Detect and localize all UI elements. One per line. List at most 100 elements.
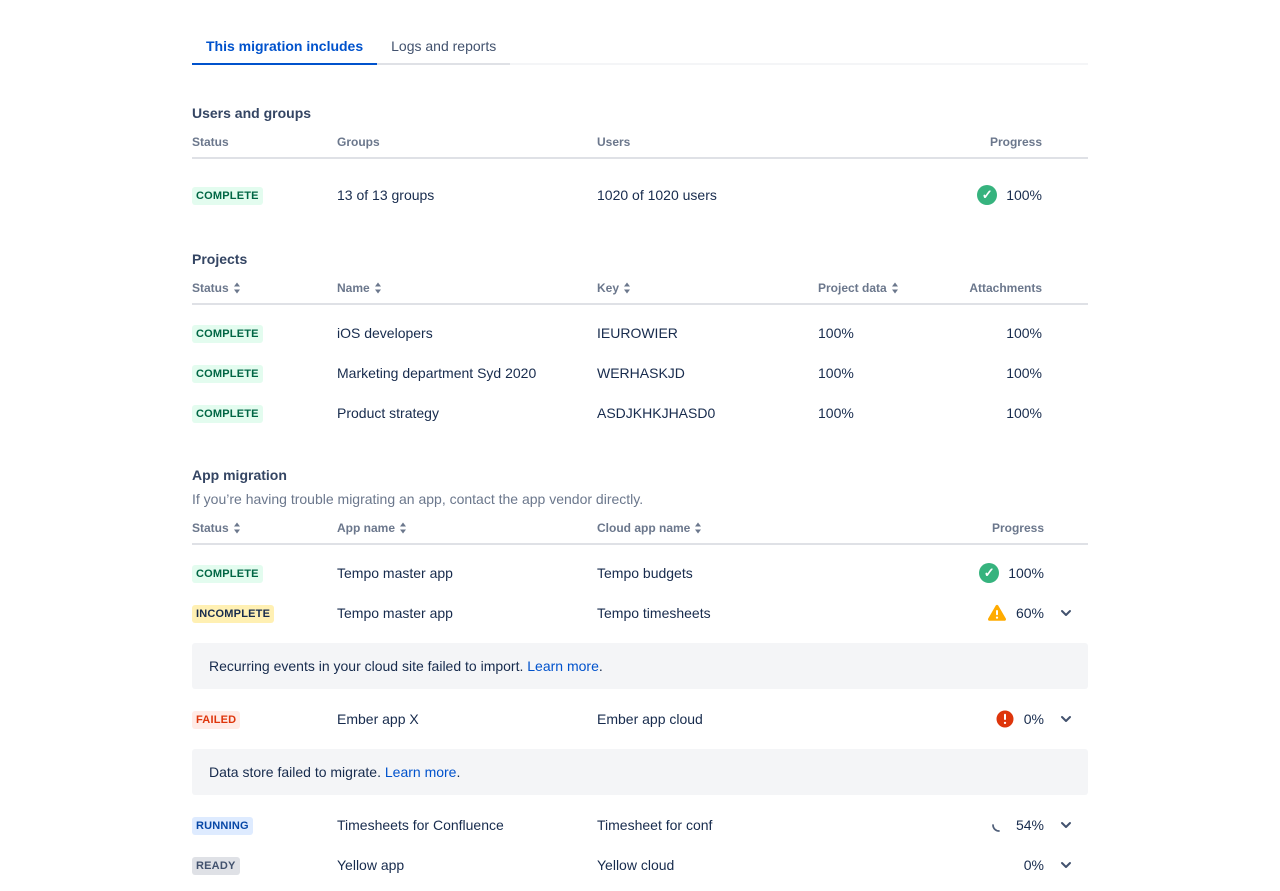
expand-row-button[interactable] (1054, 813, 1078, 837)
sort-icon (891, 282, 899, 294)
cell-groups: 13 of 13 groups (337, 187, 597, 203)
cell-name: Product strategy (337, 405, 597, 421)
column-header-label: Status (192, 135, 229, 149)
cell-project-data: 100% (818, 365, 966, 381)
tab-this-migration-includes[interactable]: This migration includes (192, 30, 377, 65)
status-badge: COMPLETE (192, 187, 263, 205)
warning-icon (987, 603, 1007, 623)
table-row: COMPLETE Marketing department Syd 2020 W… (192, 353, 1088, 393)
users-groups-title: Users and groups (192, 105, 1088, 121)
column-header-project-data[interactable]: Project data (818, 281, 966, 295)
chevron-down-icon (1058, 605, 1074, 621)
cell-cloud-app-name: Ember app cloud (597, 711, 894, 727)
progress-value: 0% (1024, 711, 1044, 727)
progress-value: 0% (1024, 857, 1044, 873)
column-header-users: Users (597, 135, 902, 149)
error-icon (995, 709, 1015, 729)
cell-status: FAILED (192, 710, 337, 729)
cell-progress: 0% (894, 857, 1044, 873)
message-suffix: . (599, 658, 603, 674)
cell-expand (1044, 853, 1088, 877)
cell-status: INCOMPLETE (192, 604, 337, 623)
cell-progress: 0% (894, 709, 1044, 729)
column-header-key[interactable]: Key (597, 281, 818, 295)
projects-section: Projects Status Name Key Project data At… (192, 251, 1088, 433)
cell-attachments: 100% (966, 365, 1088, 381)
message-suffix: . (456, 764, 460, 780)
status-badge: COMPLETE (192, 365, 263, 383)
status-badge: FAILED (192, 711, 240, 729)
cell-name: Marketing department Syd 2020 (337, 365, 597, 381)
column-header-name[interactable]: Name (337, 281, 597, 295)
message-text: Data store failed to migrate. (209, 764, 381, 780)
column-header-label: Name (337, 281, 370, 295)
cell-status: COMPLETE (192, 364, 337, 383)
cell-expand (1044, 813, 1088, 837)
table-row: INCOMPLETE Tempo master app Tempo timesh… (192, 593, 1088, 633)
expand-row-button[interactable] (1054, 707, 1078, 731)
projects-table-body: COMPLETE iOS developers IEUROWIER 100% 1… (192, 313, 1088, 433)
status-badge: READY (192, 857, 240, 875)
progress-value: 100% (1006, 187, 1042, 203)
progress-value: 60% (1016, 605, 1044, 621)
column-header-attachments: Attachments (966, 281, 1088, 295)
cell-status: RUNNING (192, 816, 337, 835)
column-header-label: Cloud app name (597, 521, 690, 535)
projects-table-header: Status Name Key Project data Attachments (192, 281, 1088, 305)
chevron-down-icon (1058, 817, 1074, 833)
expand-row-button[interactable] (1054, 601, 1078, 625)
column-header-status[interactable]: Status (192, 281, 337, 295)
users-groups-table-header: Status Groups Users Progress (192, 135, 1088, 159)
apps-table-header: Status App name Cloud app name Progress (192, 521, 1088, 545)
sort-icon (399, 522, 407, 534)
column-header-app-name[interactable]: App name (337, 521, 597, 535)
spinner-icon (991, 817, 1007, 833)
sort-icon (623, 282, 631, 294)
learn-more-link[interactable]: Learn more (385, 764, 457, 780)
learn-more-link[interactable]: Learn more (527, 658, 599, 674)
success-check-icon: ✓ (977, 185, 997, 205)
column-header-label: Groups (337, 135, 380, 149)
cell-key: WERHASKJD (597, 365, 818, 381)
expand-row-button[interactable] (1054, 853, 1078, 877)
cell-users: 1020 of 1020 users (597, 187, 902, 203)
projects-title: Projects (192, 251, 1088, 267)
cell-app-name: Timesheets for Confluence (337, 817, 597, 833)
table-row: COMPLETE Product strategy ASDJKHKJHASD0 … (192, 393, 1088, 433)
cell-status: COMPLETE (192, 186, 337, 205)
row-detail-message: Data store failed to migrate. Learn more… (192, 749, 1088, 795)
cell-expand (1044, 601, 1088, 625)
message-text: Recurring events in your cloud site fail… (209, 658, 523, 674)
column-header-label: Status (192, 521, 229, 535)
table-row: FAILED Ember app X Ember app cloud 0% (192, 699, 1088, 739)
sort-icon (233, 522, 241, 534)
app-migration-subtitle: If you’re having trouble migrating an ap… (192, 491, 1088, 507)
app-migration-section: App migration If you’re having trouble m… (192, 467, 1088, 885)
chevron-down-icon (1058, 857, 1074, 873)
success-check-icon: ✓ (979, 563, 999, 583)
sort-icon (233, 282, 241, 294)
column-header-progress: Progress (902, 135, 1088, 149)
tab-bar-divider (510, 30, 1088, 65)
column-header-label: Users (597, 135, 630, 149)
progress-value: 100% (1008, 565, 1044, 581)
table-row: RUNNING Timesheets for Confluence Timesh… (192, 805, 1088, 845)
status-badge: RUNNING (192, 817, 253, 835)
app-migration-title: App migration (192, 467, 1088, 483)
tab-logs-and-reports[interactable]: Logs and reports (377, 30, 510, 65)
status-badge: COMPLETE (192, 405, 263, 423)
cell-progress: 60% (894, 603, 1044, 623)
table-row: COMPLETE Tempo master app Tempo budgets … (192, 553, 1088, 593)
column-header-label: Progress (992, 521, 1044, 535)
column-header-status[interactable]: Status (192, 521, 337, 535)
status-badge: COMPLETE (192, 325, 263, 343)
status-badge: COMPLETE (192, 565, 263, 583)
cell-progress: 54% (894, 817, 1044, 833)
progress-value: 54% (1016, 817, 1044, 833)
cell-attachments: 100% (966, 325, 1088, 341)
cell-app-name: Tempo master app (337, 605, 597, 621)
apps-table-body: COMPLETE Tempo master app Tempo budgets … (192, 553, 1088, 885)
cell-project-data: 100% (818, 405, 966, 421)
cell-cloud-app-name: Tempo budgets (597, 565, 894, 581)
column-header-cloud-app-name[interactable]: Cloud app name (597, 521, 894, 535)
